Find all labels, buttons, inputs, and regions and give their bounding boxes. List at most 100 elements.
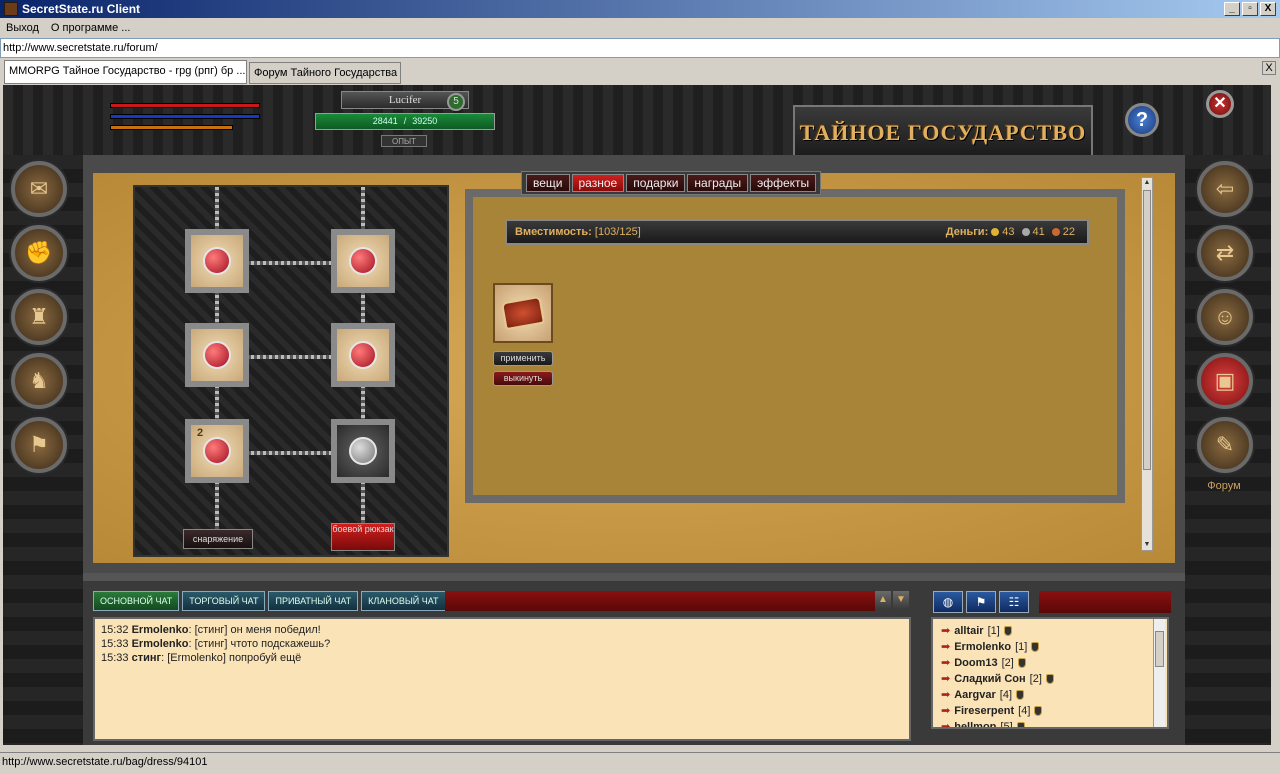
online-user[interactable]: ➡ Сладкий Сон [2] xyxy=(941,671,1163,687)
belt-slot-4[interactable] xyxy=(331,323,395,387)
tab-main-chat[interactable]: ОСНОВНОЙ ЧАТ xyxy=(93,591,180,611)
whisper-arrow-icon[interactable]: ➡ xyxy=(941,671,950,687)
close-window-button[interactable]: X xyxy=(1260,2,1276,16)
hp-bar xyxy=(110,103,261,108)
tab-gifts[interactable]: подарки xyxy=(626,174,686,192)
user-name[interactable]: alltair xyxy=(954,623,983,639)
window-scrollbar[interactable] xyxy=(1271,85,1280,745)
belt-slot-6[interactable] xyxy=(331,419,395,483)
chat-header-strip xyxy=(445,591,875,611)
player-level: 5 xyxy=(447,93,465,111)
main-scrollbar[interactable]: ▲ ▼ xyxy=(1141,177,1153,551)
trade-button[interactable]: ⇄ xyxy=(1197,225,1253,281)
menu-about[interactable]: О программе ... xyxy=(45,22,137,34)
user-name[interactable]: Ermolenko xyxy=(954,639,1011,655)
user-name[interactable]: Aargvar xyxy=(954,687,996,703)
message-sender[interactable]: Ermolenko xyxy=(132,638,189,650)
back-button[interactable]: ⇦ xyxy=(1197,161,1253,217)
chat-message: 15:32 Ermolenko: [стинг] он меня победил… xyxy=(101,624,321,636)
quests-button[interactable]: ♞ xyxy=(11,353,67,409)
tab-trade-chat[interactable]: ТОРГОВЫЙ ЧАТ xyxy=(182,591,266,611)
clan-button[interactable]: ⚑ xyxy=(11,417,67,473)
online-user[interactable]: ➡ Aargvar [4] xyxy=(941,687,1163,703)
main-frame: 2 снаряжение боевой рюкзак вещи разное п… xyxy=(83,155,1185,573)
whisper-arrow-icon[interactable]: ➡ xyxy=(941,687,950,703)
exp-label: ОПЫТ xyxy=(381,135,427,147)
armor-button[interactable]: ♜ xyxy=(11,289,67,345)
status-bar: http://www.secretstate.ru/bag/dress/9410… xyxy=(0,752,1280,774)
forum-button[interactable]: ✎ xyxy=(1197,417,1253,473)
map-button[interactable]: ✉ xyxy=(11,161,67,217)
tab-things[interactable]: вещи xyxy=(526,174,570,192)
user-name[interactable]: Сладкий Сон xyxy=(954,671,1025,687)
message-target: [Ermolenko] xyxy=(167,652,226,664)
chat-message: 15:33 Ermolenko: [стинг] чтото подскажеш… xyxy=(101,638,331,650)
tab-effects[interactable]: эффекты xyxy=(750,174,817,192)
belt-slot-3[interactable] xyxy=(185,323,249,387)
user-name[interactable]: Doom13 xyxy=(954,655,997,671)
whisper-arrow-icon[interactable]: ➡ xyxy=(941,655,950,671)
scroll-up-icon[interactable]: ▲ xyxy=(1142,178,1152,188)
logo-text: ТАЙНОЕ ГОСУДАРСТВО xyxy=(799,120,1087,145)
people-button[interactable]: ☺ xyxy=(1197,289,1253,345)
apply-button[interactable]: применить xyxy=(493,351,553,366)
whisper-arrow-icon[interactable]: ➡ xyxy=(941,703,950,719)
clan-shield-icon xyxy=(1031,642,1040,652)
map-icon: ✉ xyxy=(29,176,49,201)
banner-icon: ⚑ xyxy=(29,432,49,457)
user-name[interactable]: Fireserpent xyxy=(954,703,1014,719)
whisper-arrow-icon[interactable]: ➡ xyxy=(941,623,950,639)
game-close-button[interactable]: ✕ xyxy=(1206,90,1234,118)
equipment-button[interactable]: снаряжение xyxy=(183,529,253,549)
flag-icon[interactable]: ⚑ xyxy=(966,591,996,613)
exp-separator: / xyxy=(403,116,407,126)
belt-slot-5[interactable]: 2 xyxy=(185,419,249,483)
tab-clan-chat[interactable]: КЛАНОВЫЙ ЧАТ xyxy=(361,591,446,611)
online-scrollbar[interactable] xyxy=(1153,619,1165,727)
online-scroll-thumb[interactable] xyxy=(1155,631,1164,667)
chain-row3 xyxy=(245,451,335,455)
tab-misc[interactable]: разное xyxy=(571,174,625,192)
belt-slot-1[interactable] xyxy=(185,229,249,293)
help-button[interactable]: ? xyxy=(1125,103,1159,137)
battle-pack-button[interactable]: боевой рюкзак xyxy=(331,523,395,551)
online-user[interactable]: ➡ hellmop [5] xyxy=(941,719,1163,727)
people-icon[interactable]: ☷ xyxy=(999,591,1029,613)
tab-close-button[interactable]: X xyxy=(1262,61,1276,75)
globe-icon[interactable]: ◍ xyxy=(933,591,963,613)
restore-button[interactable]: ▫ xyxy=(1242,2,1258,16)
stat-bars xyxy=(110,103,268,145)
inventory-button[interactable]: ▣ xyxy=(1197,353,1253,409)
inventory-item[interactable] xyxy=(493,283,553,343)
tab-awards[interactable]: награды xyxy=(687,174,749,192)
exp-max: 39250 xyxy=(412,116,438,126)
copper-coin-icon xyxy=(1051,228,1060,236)
whisper-arrow-icon[interactable]: ➡ xyxy=(941,719,950,727)
online-user[interactable]: ➡ Doom13 [2] xyxy=(941,655,1163,671)
drop-button[interactable]: выкинуть xyxy=(493,371,553,386)
minimize-button[interactable]: _ xyxy=(1224,2,1240,16)
tab-forum[interactable]: Форум Тайного Государства xyxy=(249,62,401,84)
menu-exit[interactable]: Выход xyxy=(0,22,45,34)
tab-mmorpg[interactable]: MMORPG Тайное Государство - rpg (рпг) бр… xyxy=(4,60,247,84)
belt-slots-panel: 2 снаряжение боевой рюкзак xyxy=(133,185,449,557)
belt-slot-2[interactable] xyxy=(331,229,395,293)
tab-private-chat[interactable]: ПРИВАТНЫЙ ЧАТ xyxy=(268,591,359,611)
chat-log[interactable]: 15:32 Ermolenko: [стинг] он меня победил… xyxy=(93,617,911,741)
online-user[interactable]: ➡ Ermolenko [1] xyxy=(941,639,1163,655)
copper-amount: 22 xyxy=(1062,226,1075,238)
chat-up-icon[interactable]: ▲ xyxy=(875,591,891,609)
address-bar[interactable]: http://www.secretstate.ru/forum/ xyxy=(0,38,1280,58)
message-sender[interactable]: Ermolenko xyxy=(132,624,189,636)
message-sender[interactable]: стинг xyxy=(132,652,162,664)
user-level: [4] xyxy=(999,689,1013,701)
online-user[interactable]: ➡ alltair [1] xyxy=(941,623,1163,639)
right-nav-column: ⇦ ⇄ ☺ ▣ ✎ xyxy=(1185,155,1271,745)
scroll-down-icon[interactable]: ▼ xyxy=(1142,540,1152,550)
character-button[interactable]: ✊ xyxy=(11,225,67,281)
user-name[interactable]: hellmop xyxy=(954,719,996,727)
chat-down-icon[interactable]: ▼ xyxy=(893,591,909,609)
whisper-arrow-icon[interactable]: ➡ xyxy=(941,639,950,655)
online-user[interactable]: ➡ Fireserpent [4] xyxy=(941,703,1163,719)
scroll-thumb[interactable] xyxy=(1143,190,1151,470)
